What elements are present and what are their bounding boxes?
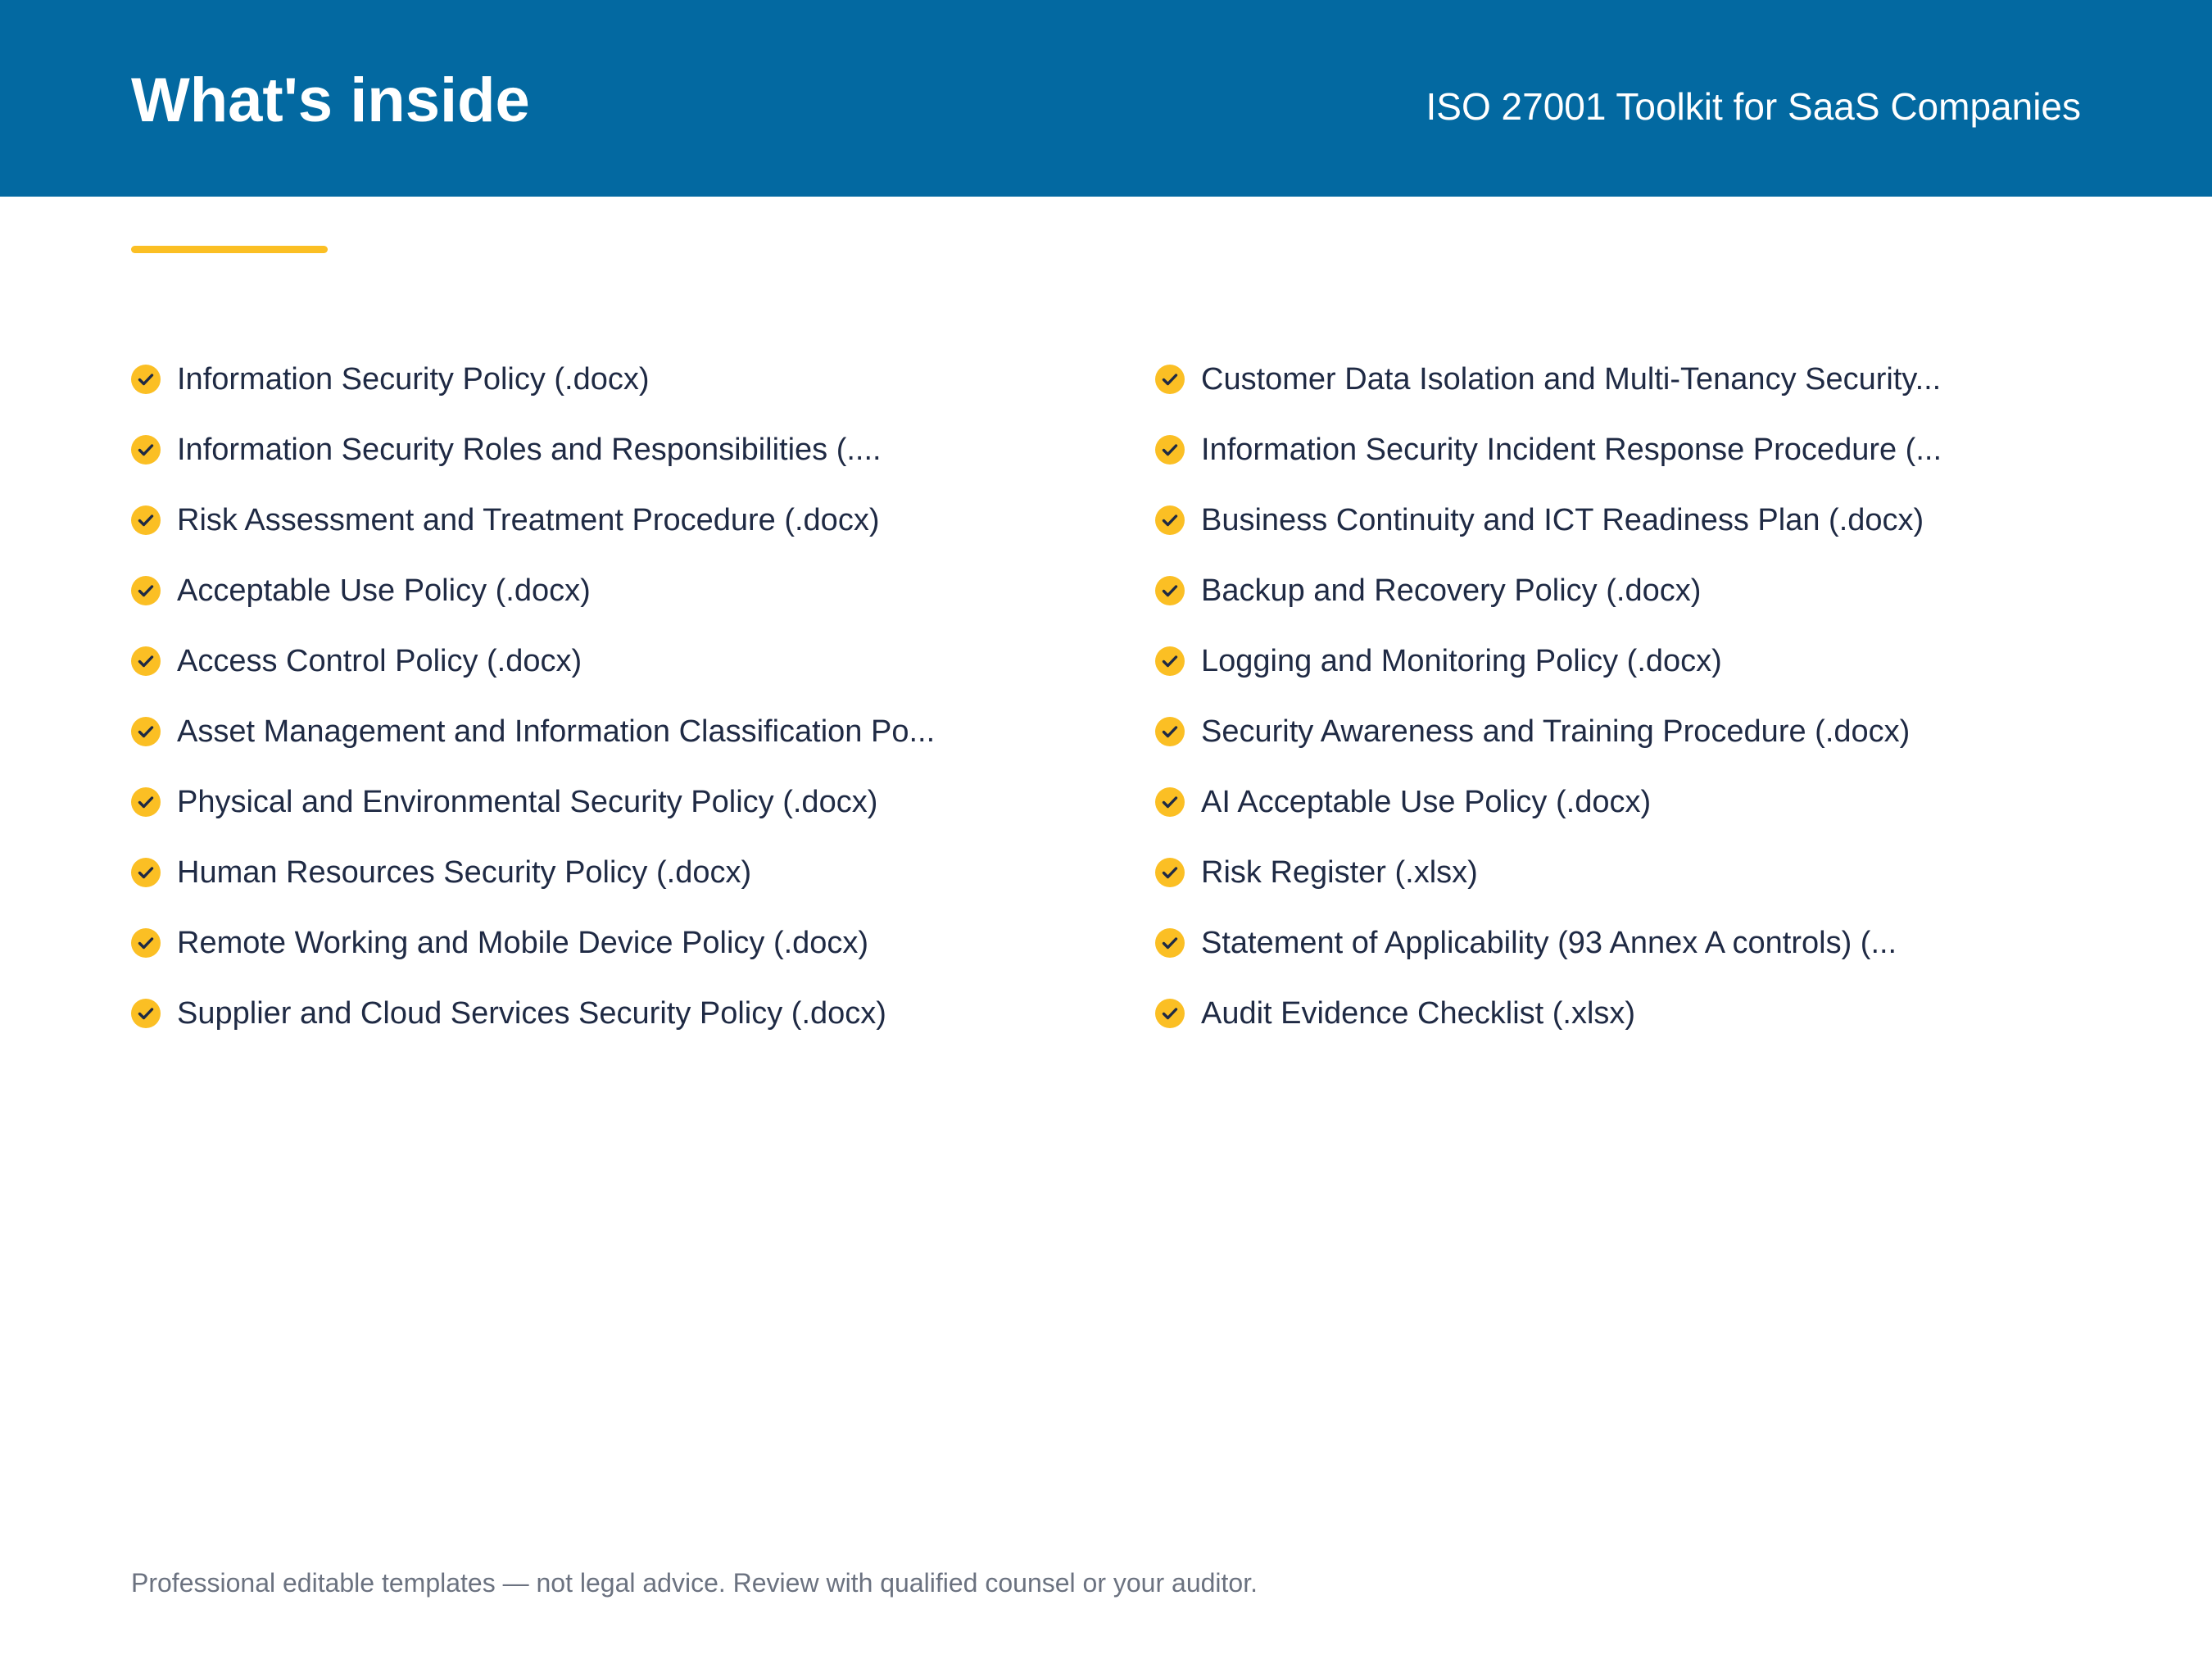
- list-item: Risk Register (.xlsx): [1155, 837, 2122, 908]
- list-item: Acceptable Use Policy (.docx): [131, 555, 1098, 626]
- list-item-label: Physical and Environmental Security Poli…: [177, 785, 878, 819]
- list-item-label: Access Control Policy (.docx): [177, 644, 582, 678]
- list-item-label: Security Awareness and Training Procedur…: [1201, 714, 1911, 749]
- list-item-label: Customer Data Isolation and Multi-Tenanc…: [1201, 362, 1942, 397]
- check-circle-icon: [131, 928, 161, 958]
- disclaimer-footer: Professional editable templates — not le…: [131, 1568, 1258, 1598]
- check-circle-icon: [1155, 858, 1185, 887]
- list-item: AI Acceptable Use Policy (.docx): [1155, 767, 2122, 837]
- check-circle-icon: [1155, 787, 1185, 817]
- list-item: Business Continuity and ICT Readiness Pl…: [1155, 485, 2122, 555]
- check-circle-icon: [131, 505, 161, 535]
- list-item: Access Control Policy (.docx): [131, 626, 1098, 696]
- list-item: Information Security Roles and Responsib…: [131, 415, 1098, 485]
- list-item-label: Information Security Policy (.docx): [177, 362, 650, 397]
- list-item: Audit Evidence Checklist (.xlsx): [1155, 978, 2122, 1049]
- check-circle-icon: [131, 787, 161, 817]
- list-item-label: Acceptable Use Policy (.docx): [177, 573, 591, 608]
- list-item: Customer Data Isolation and Multi-Tenanc…: [1155, 344, 2122, 415]
- list-item: Security Awareness and Training Procedur…: [1155, 696, 2122, 767]
- check-circle-icon: [1155, 999, 1185, 1028]
- check-circle-icon: [1155, 435, 1185, 465]
- list-item-label: Business Continuity and ICT Readiness Pl…: [1201, 503, 1924, 537]
- list-item: Information Security Incident Response P…: [1155, 415, 2122, 485]
- list-item-label: Statement of Applicability (93 Annex A c…: [1201, 926, 1897, 960]
- list-item: Risk Assessment and Treatment Procedure …: [131, 485, 1098, 555]
- contents-list-left: Information Security Policy (.docx) Info…: [131, 344, 1098, 1049]
- list-item-label: Human Resources Security Policy (.docx): [177, 855, 752, 890]
- list-item: Human Resources Security Policy (.docx): [131, 837, 1098, 908]
- list-item: Information Security Policy (.docx): [131, 344, 1098, 415]
- check-circle-icon: [131, 717, 161, 746]
- accent-divider: [131, 246, 328, 253]
- check-circle-icon: [131, 435, 161, 465]
- list-item-label: Remote Working and Mobile Device Policy …: [177, 926, 869, 960]
- list-item: Asset Management and Information Classif…: [131, 696, 1098, 767]
- list-item-label: Backup and Recovery Policy (.docx): [1201, 573, 1702, 608]
- check-circle-icon: [1155, 576, 1185, 605]
- check-circle-icon: [1155, 928, 1185, 958]
- contents-list-right: Customer Data Isolation and Multi-Tenanc…: [1155, 344, 2122, 1049]
- check-circle-icon: [131, 576, 161, 605]
- list-item-label: Information Security Roles and Responsib…: [177, 433, 882, 467]
- product-subtitle: ISO 27001 Toolkit for SaaS Companies: [1426, 85, 2082, 128]
- check-circle-icon: [131, 646, 161, 676]
- list-item: Logging and Monitoring Policy (.docx): [1155, 626, 2122, 696]
- list-item-label: Audit Evidence Checklist (.xlsx): [1201, 996, 1636, 1031]
- check-circle-icon: [1155, 505, 1185, 535]
- check-circle-icon: [131, 858, 161, 887]
- list-item-label: Risk Assessment and Treatment Procedure …: [177, 503, 880, 537]
- check-circle-icon: [131, 999, 161, 1028]
- list-item-label: Information Security Incident Response P…: [1201, 433, 1942, 467]
- check-circle-icon: [1155, 646, 1185, 676]
- list-item: Remote Working and Mobile Device Policy …: [131, 908, 1098, 978]
- list-item: Statement of Applicability (93 Annex A c…: [1155, 908, 2122, 978]
- page: What's inside ISO 27001 Toolkit for SaaS…: [0, 0, 2212, 1659]
- check-circle-icon: [1155, 365, 1185, 394]
- list-item-label: AI Acceptable Use Policy (.docx): [1201, 785, 1652, 819]
- list-item: Backup and Recovery Policy (.docx): [1155, 555, 2122, 626]
- list-item-label: Logging and Monitoring Policy (.docx): [1201, 644, 1722, 678]
- list-item-label: Asset Management and Information Classif…: [177, 714, 936, 749]
- list-item-label: Supplier and Cloud Services Security Pol…: [177, 996, 886, 1031]
- check-circle-icon: [131, 365, 161, 394]
- list-item: Physical and Environmental Security Poli…: [131, 767, 1098, 837]
- header-banner: What's inside ISO 27001 Toolkit for SaaS…: [0, 0, 2212, 197]
- page-title: What's inside: [131, 66, 530, 135]
- list-item-label: Risk Register (.xlsx): [1201, 855, 1478, 890]
- check-circle-icon: [1155, 717, 1185, 746]
- list-item: Supplier and Cloud Services Security Pol…: [131, 978, 1098, 1049]
